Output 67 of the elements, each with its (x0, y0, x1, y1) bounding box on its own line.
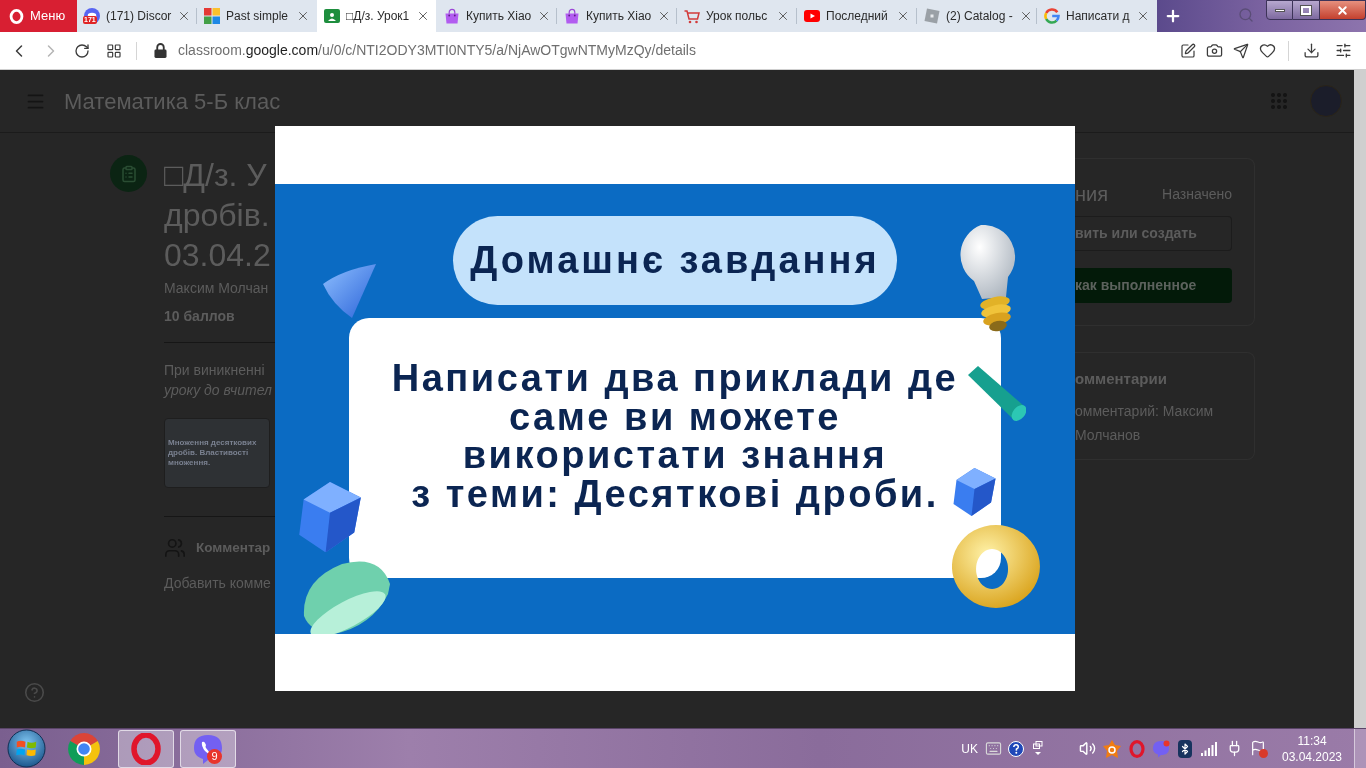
browser-tab[interactable]: Последний (797, 0, 916, 32)
heart-icon[interactable] (1259, 42, 1276, 59)
show-desktop-button[interactable] (1354, 728, 1366, 768)
thumbnail-title: Множення десяткових дробів. Властивості множення. (168, 438, 258, 468)
slide-heading: Домашнє завдання (453, 216, 897, 305)
g-logo-icon (1044, 8, 1060, 24)
board-icon (324, 8, 340, 24)
scrollbar[interactable] (1354, 70, 1366, 728)
maximize-icon (1301, 5, 1311, 15)
minimize-icon (1274, 8, 1285, 12)
browser-tab[interactable]: Купить Xiao (557, 0, 676, 32)
cylinder-icon (966, 365, 1026, 422)
mark-done-button[interactable]: как выполненное (1075, 268, 1232, 303)
camera-icon[interactable] (1206, 42, 1223, 59)
browser-tab[interactable]: Написати д (1037, 0, 1156, 32)
maximize-button[interactable] (1293, 0, 1320, 20)
language-indicator[interactable]: UK (961, 739, 978, 758)
ring-icon (952, 525, 1040, 608)
cube-icon (952, 468, 997, 516)
close-icon[interactable] (1136, 9, 1150, 23)
close-icon[interactable] (896, 9, 910, 23)
flag-icon[interactable] (1250, 739, 1268, 758)
taskbar-button[interactable]: 9 (180, 729, 236, 768)
ring-logo-icon (131, 732, 161, 765)
lock-icon (154, 43, 167, 58)
cube-icon (297, 482, 363, 553)
window-switch-icon[interactable] (1033, 740, 1043, 757)
close-icon[interactable] (296, 9, 310, 23)
browser-tab[interactable]: Урок польс (677, 0, 796, 32)
new-tab-icon[interactable] (1164, 7, 1182, 25)
browser-tab[interactable]: (2) Catalog - (917, 0, 1036, 32)
menu-button[interactable]: Меню (0, 0, 77, 32)
star-icon[interactable] (1103, 739, 1121, 758)
close-icon (1336, 3, 1349, 17)
reload-icon[interactable] (74, 42, 90, 59)
close-window-button[interactable] (1320, 0, 1366, 20)
send-icon[interactable] (1233, 42, 1249, 59)
start-orb-icon[interactable] (7, 729, 46, 768)
ring-logo-icon (9, 8, 24, 24)
keyboard-icon[interactable] (985, 740, 1002, 757)
attachment-thumbnail[interactable]: Множення десяткових дробів. Властивості множення. (164, 418, 270, 488)
sliders-icon[interactable] (1335, 42, 1352, 59)
bluetooth-icon[interactable] (1178, 739, 1192, 758)
clock-date[interactable]: 03.04.2023 (1281, 748, 1343, 765)
clock-time[interactable]: 11:34 (1297, 732, 1327, 749)
signal-bars-icon[interactable] (1201, 741, 1217, 756)
shopping-bag-icon (444, 8, 460, 24)
slide-text: Написати два приклади де саме ви можете використати знання з теми: Десяткові дроби. (391, 359, 959, 513)
round-browser-icon (68, 732, 100, 765)
close-icon[interactable] (776, 9, 790, 23)
play-icon (804, 10, 820, 22)
browser-tab[interactable]: Купить Xiao (437, 0, 556, 32)
browser-tab[interactable]: Past simple (197, 0, 316, 32)
minimize-button[interactable] (1266, 0, 1293, 20)
taskbar-button[interactable] (118, 729, 174, 768)
tilted-tile-icon (924, 8, 940, 24)
color-blocks-icon (204, 8, 220, 24)
edit-icon[interactable] (1180, 42, 1196, 59)
browser-tab[interactable]: □Д/з. Урок1 (317, 0, 436, 32)
assignment-icon (110, 155, 147, 192)
close-icon[interactable] (416, 9, 430, 23)
shopping-bag-icon (564, 8, 580, 24)
cone-icon (322, 264, 376, 318)
speaker-icon[interactable] (1079, 740, 1096, 757)
grid-icon[interactable] (106, 42, 122, 59)
download-icon[interactable] (1303, 42, 1320, 59)
cart-icon (684, 8, 700, 24)
